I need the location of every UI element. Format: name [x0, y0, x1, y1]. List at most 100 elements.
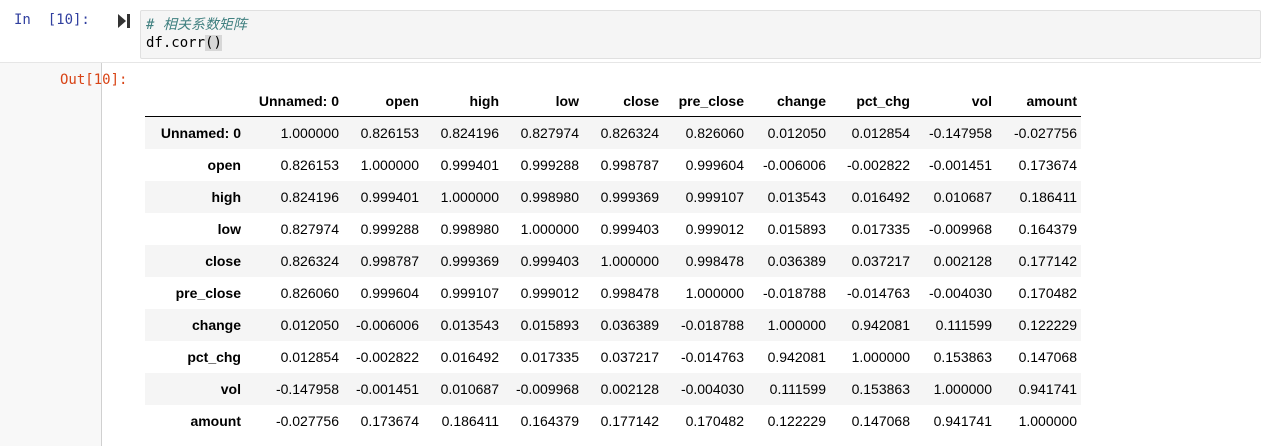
table-cell: 0.999369 — [440, 253, 499, 269]
column-header: pct_chg — [830, 85, 914, 117]
table-cell: 0.999012 — [685, 221, 744, 237]
run-cell-icon[interactable] — [117, 13, 131, 29]
row-label: change — [191, 317, 241, 333]
table-cell: 0.147068 — [1018, 349, 1077, 365]
table-cell: -0.147958 — [275, 381, 339, 397]
table-cell: 1.000000 — [520, 221, 579, 237]
table-row: open 0.826153 1.000000 0.999401 0.999288 0.99… — [145, 149, 1081, 181]
column-header: change — [748, 85, 830, 117]
row-label: Unnamed: 0 — [160, 125, 241, 141]
table-row: Unnamed: 0 1.000000 0.826153 0.824196 0.8279… — [145, 116, 1081, 149]
table-cell: 0.998787 — [360, 253, 419, 269]
table-cell: -0.002822 — [355, 349, 419, 365]
row-label: open — [207, 157, 241, 173]
table-cell: 0.826060 — [685, 125, 744, 141]
table-cell: -0.014763 — [680, 349, 744, 365]
table-cell: -0.014763 — [846, 285, 910, 301]
table-cell: 0.013543 — [440, 317, 499, 333]
table-header-row: Unnamed: 0 open high low close pre_close chang… — [145, 85, 1081, 117]
table-cell: 0.173674 — [1018, 157, 1077, 173]
table-cell: 0.999288 — [520, 157, 579, 173]
table-cell: 0.826060 — [280, 285, 339, 301]
table-cell: 0.998980 — [520, 189, 579, 205]
table-cell: 0.017335 — [520, 349, 579, 365]
table-row: vol -0.147958 -0.001451 0.010687 -0.009968 0.… — [145, 373, 1081, 405]
table-cell: 0.941741 — [1018, 381, 1077, 397]
table-cell: 0.177142 — [600, 413, 659, 429]
table-cell: -0.002822 — [846, 157, 910, 173]
table-cell: 0.826324 — [280, 253, 339, 269]
column-header: pre_close — [663, 85, 748, 117]
table-cell: 1.000000 — [600, 253, 659, 269]
table-cell: 0.998478 — [685, 253, 744, 269]
table-cell: 1.000000 — [360, 157, 419, 173]
table-cell: -0.027756 — [275, 413, 339, 429]
row-label: high — [211, 189, 241, 205]
column-header: amount — [996, 85, 1081, 117]
row-label: low — [217, 221, 241, 237]
table-cell: 0.012854 — [280, 349, 339, 365]
table-cell: 0.002128 — [933, 253, 992, 269]
code-call: df.corr — [146, 35, 206, 51]
table-cell: 0.999604 — [360, 285, 419, 301]
table-cell: 0.826153 — [280, 157, 339, 173]
table-cell: 0.147068 — [851, 413, 910, 429]
table-cell: 0.942081 — [767, 349, 826, 365]
table-cell: 0.186411 — [441, 413, 499, 429]
table-cell: 0.998980 — [440, 221, 499, 237]
output-prompt-area[interactable] — [0, 63, 102, 446]
table-cell: 0.999012 — [520, 285, 579, 301]
table-body: Unnamed: 0 1.000000 0.826153 0.824196 0.8279… — [145, 116, 1081, 438]
table-cell: 1.000000 — [440, 189, 499, 205]
table-cell: 0.037217 — [851, 253, 910, 269]
table-cell: -0.018788 — [680, 317, 744, 333]
table-cell: 0.036389 — [767, 253, 826, 269]
table-row: low 0.827974 0.999288 0.998980 1.000000 0.999… — [145, 213, 1081, 245]
table-cell: 0.941741 — [933, 413, 992, 429]
column-header: vol — [914, 85, 996, 117]
table-cell: 0.153863 — [933, 349, 992, 365]
column-header: open — [343, 85, 423, 117]
table-cell: 0.824196 — [280, 189, 339, 205]
table-row: amount -0.027756 0.173674 0.186411 0.164379 0… — [145, 405, 1081, 437]
row-label: pre_close — [175, 285, 241, 301]
table-cell: 0.010687 — [933, 189, 992, 205]
row-label: close — [205, 253, 241, 269]
table-row: pre_close 0.826060 0.999604 0.999107 0.99901… — [145, 277, 1081, 309]
table-cell: 0.111599 — [935, 317, 992, 333]
table-row: change 0.012050 -0.006006 0.013543 0.015893 0… — [145, 309, 1081, 341]
table-cell: 0.827974 — [280, 221, 339, 237]
table-cell: -0.006006 — [355, 317, 419, 333]
row-label: amount — [190, 413, 241, 429]
table-row: high 0.824196 0.999401 1.000000 0.998980 0.99… — [145, 181, 1081, 213]
table-cell: 0.017335 — [851, 221, 910, 237]
table-cell: 0.998787 — [600, 157, 659, 173]
table-cell: -0.009968 — [515, 381, 579, 397]
table-cell: 0.999604 — [685, 157, 744, 173]
table-cell: 1.000000 — [767, 317, 826, 333]
table-cell: 0.170482 — [685, 413, 744, 429]
column-header: high — [423, 85, 503, 117]
table-cell: 1.000000 — [1018, 413, 1077, 429]
table-cell: 0.002128 — [600, 381, 659, 397]
code-input-area[interactable]: # 相关系数矩阵 df.corr() — [140, 10, 1261, 59]
table-cell: 1.000000 — [933, 381, 992, 397]
table-cell: 0.122229 — [767, 413, 826, 429]
index-header — [145, 85, 245, 117]
table-cell: -0.018788 — [762, 285, 826, 301]
table-cell: 0.173674 — [360, 413, 419, 429]
table-cell: 0.177142 — [1018, 253, 1077, 269]
row-label: vol — [220, 381, 241, 397]
table-cell: 0.826153 — [360, 125, 419, 141]
table-cell: 0.999403 — [600, 221, 659, 237]
table-cell: 0.186411 — [1019, 189, 1077, 205]
table-cell: 0.826324 — [600, 125, 659, 141]
table-cell: 0.012050 — [767, 125, 826, 141]
dataframe-output: Unnamed: 0 open high low close pre_close chang… — [145, 85, 1081, 437]
table-cell: 0.999107 — [440, 285, 499, 301]
table-cell: 0.036389 — [600, 317, 659, 333]
table-cell: 0.016492 — [851, 189, 910, 205]
table-cell: 0.013543 — [767, 189, 826, 205]
code-statement: df.corr() — [146, 35, 222, 51]
table-row: close 0.826324 0.998787 0.999369 0.999403 1.0… — [145, 245, 1081, 277]
